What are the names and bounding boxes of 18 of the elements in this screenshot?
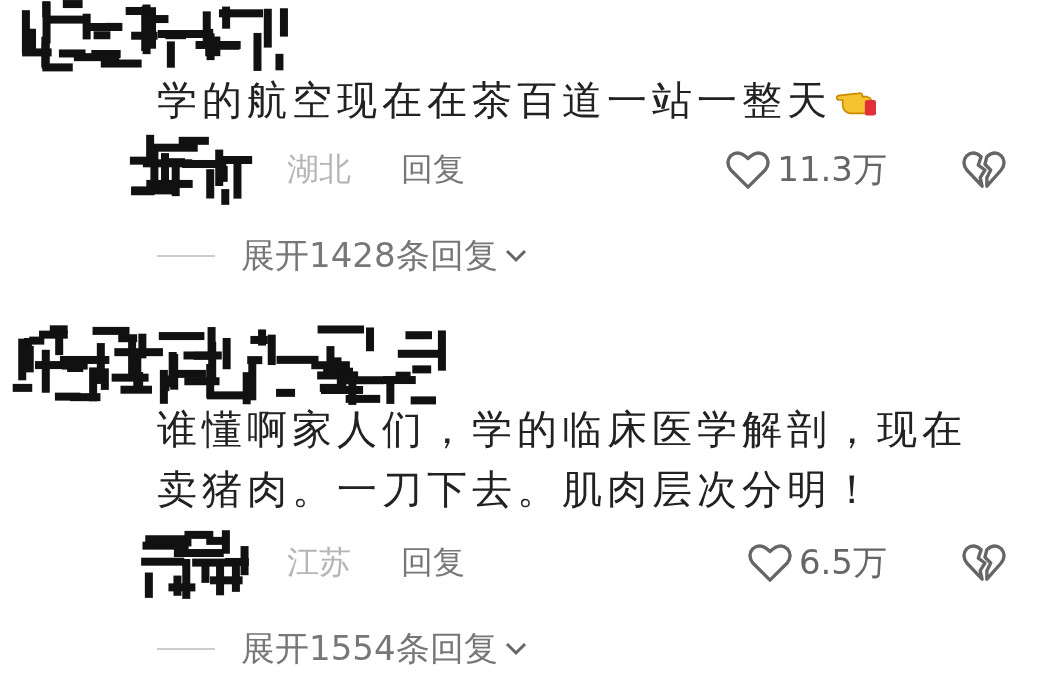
broken-heart-icon <box>961 542 1007 584</box>
comment-text: 谁懂啊家人们，学的临床医学解剖，现在卖猪肉。一刀下去。肌肉层次分明！ <box>157 405 968 514</box>
chevron-down-icon <box>503 641 528 657</box>
chevron-down-icon <box>503 248 528 264</box>
broken-heart-icon <box>961 149 1007 191</box>
dislike-button[interactable] <box>961 542 1007 584</box>
heart-icon <box>725 149 772 191</box>
location-text: 江苏 <box>287 542 351 583</box>
expand-replies-button[interactable]: 展开1428条回复 <box>241 233 528 279</box>
location-text: 湖北 <box>287 149 351 190</box>
heart-icon <box>746 542 793 584</box>
like-button[interactable]: 11.3万 <box>725 147 887 193</box>
expand-replies-button[interactable]: 展开1554条回复 <box>241 626 528 672</box>
reply-button[interactable]: 回复 <box>401 541 465 585</box>
like-button[interactable]: 6.5万 <box>746 540 887 586</box>
dislike-button[interactable] <box>961 149 1007 191</box>
reply-button[interactable]: 回复 <box>401 148 465 192</box>
comment-text: 学的航空现在在茶百道一站一整天 <box>157 70 987 130</box>
